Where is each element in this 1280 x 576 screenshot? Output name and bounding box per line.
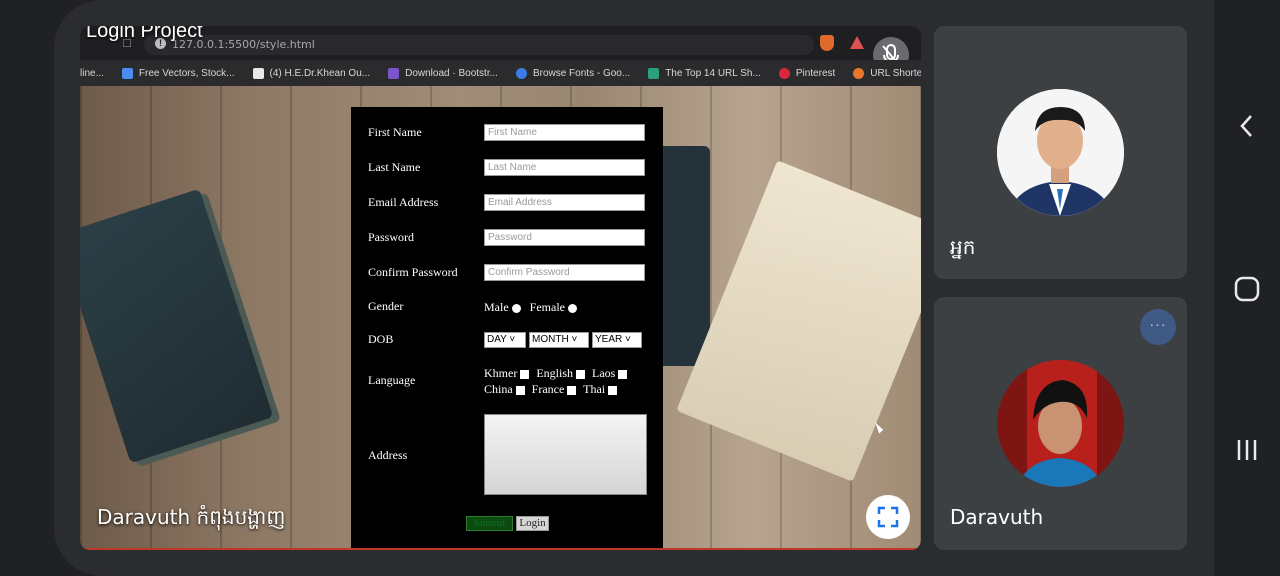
bookmark-item[interactable]: Free Vectors, Stock... [121,67,235,79]
back-button[interactable] [1214,112,1280,145]
gender-male-label: Male [484,300,509,314]
email-input[interactable]: Email Address [484,194,645,211]
participant-tile-self[interactable]: អ្នក [934,26,1187,279]
submit-button[interactable]: Submit [466,516,513,531]
notebook-image [676,160,921,482]
freepik-icon [121,67,133,79]
bookmarks-bar: line... Free Vectors, Stock... (4) H.E.D… [80,60,921,86]
window-title: Login Project [86,26,203,42]
bootstrap-icon [388,67,400,79]
bookmark-item[interactable]: URL Shortener - Sh... [853,67,921,79]
participant-name: Daravuth [950,505,1044,529]
login-button[interactable]: Login [516,516,549,531]
bookmark-item[interactable]: Pinterest [778,67,835,79]
participant-name: អ្នក [950,235,976,259]
browser-toolbar: ☐ ! 127.0.0.1:5500/style.html [80,26,921,60]
profile-photo [997,360,1124,487]
avatar [997,89,1124,216]
avatar [997,360,1124,487]
language-khmer-checkbox[interactable] [520,369,530,379]
home-button[interactable] [1214,275,1280,308]
bookmark-item[interactable]: line... [80,68,104,79]
confirm-password-input[interactable]: Confirm Password [484,264,645,281]
gender-female-label: Female [529,300,565,314]
language-english-checkbox[interactable] [576,369,585,379]
bookmark-item[interactable]: (4) H.E.Dr.Khean Ou... [252,67,370,79]
book-image [80,188,274,464]
shared-screen[interactable]: ☐ ! 127.0.0.1:5500/style.html Login Proj… [80,26,921,550]
gender-label: Gender [368,299,404,313]
android-navigation-bar [1214,0,1280,576]
first-name-label: First Name [368,125,422,139]
pinterest-icon [778,67,790,79]
letter-a-icon [252,67,264,79]
registration-form: First Name First Name Last Name Last Nam… [351,107,663,550]
video-call-app: ☐ ! 127.0.0.1:5500/style.html Login Proj… [0,0,1280,576]
password-input[interactable]: Password [484,229,645,246]
gender-female-radio[interactable] [567,303,577,313]
site-icon [648,67,660,79]
recents-button[interactable] [1214,436,1280,469]
dob-month-select[interactable]: MONTH ˅ [529,332,589,348]
language-thai-checkbox[interactable] [608,385,618,395]
language-france-checkbox[interactable] [567,385,577,395]
dob-year-select[interactable]: YEAR ˅ [592,332,642,348]
password-label: Password [368,230,415,244]
first-name-input[interactable]: First Name [484,124,645,141]
bookmark-item[interactable]: The Top 14 URL Sh... [648,67,761,79]
language-label: Language [368,373,416,387]
back-icon [1240,115,1252,137]
google-fonts-icon [515,67,527,79]
share-indicator-bar [80,548,921,550]
language-options-row2: China France Thai [484,382,621,397]
language-laos-checkbox[interactable] [618,369,628,379]
dob-label: DOB [368,332,394,346]
brave-rewards-icon[interactable] [850,36,864,49]
more-icon: ··· [1149,316,1167,332]
fullscreen-icon [877,506,899,528]
address-label: Address [368,448,408,462]
gender-male-radio[interactable] [511,303,521,313]
address-textarea[interactable] [484,414,647,495]
confirm-password-label: Confirm Password [368,265,458,279]
language-china-checkbox[interactable] [515,385,525,395]
language-options-row1: Khmer English Laos [484,366,631,381]
last-name-input[interactable]: Last Name [484,159,645,176]
gender-options: Male Female [484,300,583,315]
bookmark-item[interactable]: Download · Bootstr... [388,67,498,79]
recents-icon [1237,440,1257,460]
participant-tile-daravuth[interactable]: ··· Daravuth [934,297,1187,550]
profile-photo [997,89,1124,216]
fullscreen-button[interactable] [866,495,910,539]
home-icon [1234,276,1260,302]
presenter-label: Daravuth កំពុងបង្ហាញ [97,505,286,529]
brave-shield-icon[interactable] [820,35,834,51]
bookmark-item[interactable]: Browse Fonts - Goo... [515,67,630,79]
dob-day-select[interactable]: DAY ˅ [484,332,526,348]
last-name-label: Last Name [368,160,421,174]
email-label: Email Address [368,195,439,209]
shortener-icon [853,67,865,79]
more-options-button[interactable]: ··· [1140,309,1176,345]
